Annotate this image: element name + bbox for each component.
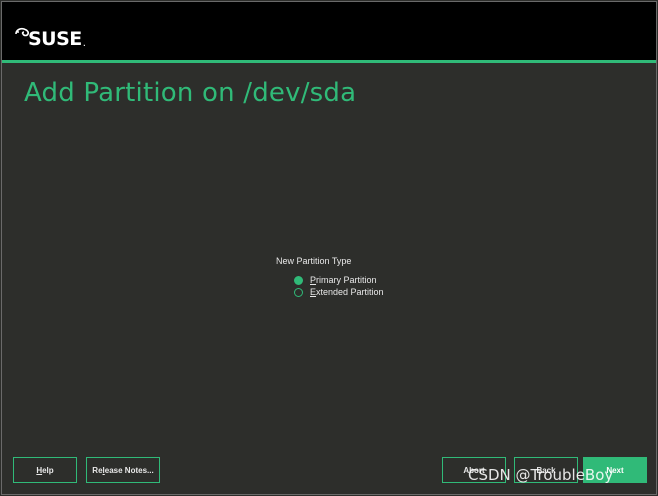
logo-text: SUSE	[28, 28, 82, 50]
radio-primary-partition[interactable]: Primary Partition	[294, 274, 384, 286]
page-title: Add Partition on /dev/sda	[24, 78, 357, 108]
release-notes-button[interactable]: Re l ease Notes...	[86, 457, 160, 483]
radio-unselected-icon[interactable]	[294, 287, 303, 297]
suse-logo: SUSE .	[14, 19, 86, 49]
back-button[interactable]: Back	[514, 457, 578, 483]
partition-type-group: New Partition Type Primary Partition Ext…	[276, 256, 384, 298]
next-button[interactable]: Next	[583, 457, 647, 483]
logo-dot: .	[82, 38, 86, 49]
abort-button[interactable]: Abort	[442, 457, 506, 483]
primary-partition-label: Primary Partition	[310, 275, 377, 285]
installer-window: SUSE . Add Partition on /dev/sda New Par…	[1, 1, 657, 495]
radio-selected-icon[interactable]	[294, 275, 303, 285]
radio-extended-partition[interactable]: Extended Partition	[294, 286, 384, 298]
extended-partition-label: Extended Partition	[310, 287, 384, 297]
help-button[interactable]: Help	[13, 457, 77, 483]
partition-type-label: New Partition Type	[276, 256, 352, 266]
header-accent-line	[2, 60, 656, 63]
header-bar: SUSE .	[2, 2, 656, 60]
